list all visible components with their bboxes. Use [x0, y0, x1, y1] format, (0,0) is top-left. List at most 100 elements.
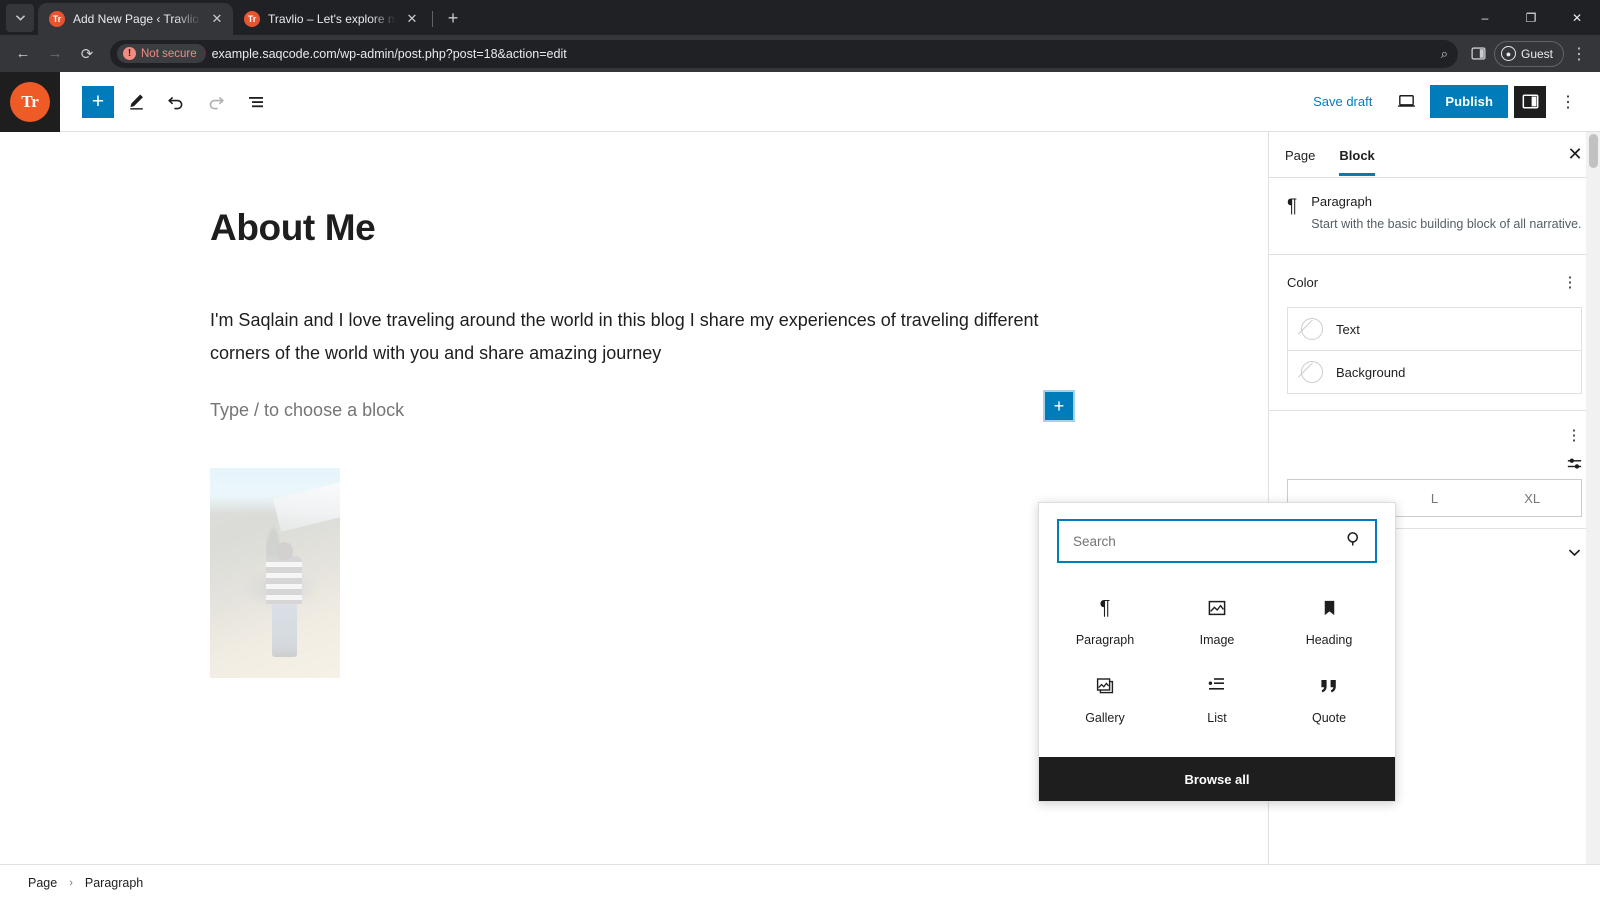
- browser-tab-1[interactable]: Tr Add New Page ‹ Travlio — Wor ✕: [38, 3, 233, 35]
- save-draft-button[interactable]: Save draft: [1303, 88, 1382, 115]
- typography-controls: ⋮: [1562, 423, 1586, 478]
- add-block-button[interactable]: +: [82, 85, 114, 118]
- tab-search-icon[interactable]: [6, 4, 34, 32]
- list-icon: [1207, 675, 1227, 697]
- browser-tab-2[interactable]: Tr Travlio – Let's explore natural vi ✕: [233, 3, 428, 35]
- color-row-text[interactable]: Text: [1288, 308, 1581, 350]
- paragraph-icon: ¶: [1287, 196, 1298, 217]
- page-title[interactable]: About Me: [210, 207, 1268, 249]
- breadcrumb-separator: ›: [69, 876, 73, 889]
- paragraph-icon: ¶: [1099, 596, 1111, 619]
- close-window-icon[interactable]: ✕: [1554, 0, 1600, 35]
- sidebar-toggle-icon[interactable]: [1514, 85, 1546, 118]
- search-icon[interactable]: [1345, 530, 1363, 553]
- empty-block-placeholder[interactable]: Type / to choose a block: [210, 400, 1070, 421]
- undo-icon[interactable]: [158, 84, 194, 120]
- close-icon[interactable]: ✕: [209, 11, 225, 27]
- inserter-item-quote[interactable]: Quote: [1273, 661, 1385, 739]
- inserter-item-heading[interactable]: Heading: [1273, 583, 1385, 661]
- favicon: Tr: [49, 11, 65, 27]
- image-icon: [1207, 597, 1227, 619]
- text-color-swatch[interactable]: [1301, 318, 1323, 340]
- new-tab-button[interactable]: +: [439, 4, 467, 32]
- tab-title: Add New Page ‹ Travlio — Wor: [73, 12, 201, 26]
- inserter-item-label: Quote: [1311, 711, 1347, 725]
- pencil-icon[interactable]: [118, 84, 154, 120]
- url-text: example.saqcode.com/wp-admin/post.php?po…: [211, 46, 567, 61]
- reload-icon[interactable]: ⟳: [72, 39, 102, 69]
- inserter-item-label: Heading: [1305, 633, 1353, 647]
- security-label: Not secure: [141, 47, 197, 60]
- inserter-search-field[interactable]: [1057, 519, 1377, 563]
- image-block[interactable]: [210, 468, 340, 678]
- browser-window: Tr Add New Page ‹ Travlio — Wor ✕ Tr Tra…: [0, 0, 1600, 900]
- inserter-item-label: List: [1207, 711, 1227, 725]
- browser-tabstrip: Tr Add New Page ‹ Travlio — Wor ✕ Tr Tra…: [0, 0, 1600, 35]
- inserter-item-image[interactable]: Image: [1161, 583, 1273, 661]
- inserter-item-label: Gallery: [1085, 711, 1125, 725]
- back-icon[interactable]: ←: [8, 39, 38, 69]
- profile-button[interactable]: ● Guest: [1493, 40, 1564, 67]
- inserter-block-grid: ¶ Paragraph Image Heading Gallery List Q…: [1039, 571, 1395, 757]
- chevron-down-icon[interactable]: [1567, 545, 1582, 563]
- color-row-label: Background: [1336, 364, 1406, 380]
- editor-options-icon[interactable]: ⋮: [1552, 86, 1584, 118]
- list-view-icon[interactable]: [238, 84, 274, 120]
- font-size-option[interactable]: L: [1386, 480, 1484, 516]
- zoom-search-icon[interactable]: ⌕: [1437, 46, 1452, 62]
- color-options-icon[interactable]: ⋮: [1558, 270, 1582, 294]
- side-panel-icon[interactable]: [1466, 41, 1492, 67]
- quote-icon: [1319, 675, 1339, 697]
- search-input[interactable]: [1073, 533, 1345, 549]
- font-size-option[interactable]: XL: [1483, 480, 1581, 516]
- redo-icon[interactable]: [198, 84, 234, 120]
- minimize-icon[interactable]: –: [1462, 0, 1508, 35]
- color-options-list: Text Background: [1287, 307, 1582, 394]
- site-logo[interactable]: Tr: [0, 71, 60, 132]
- editor-header-right-tools: Save draft Publish ⋮: [1303, 84, 1600, 120]
- avatar: ●: [1500, 46, 1516, 61]
- forward-icon[interactable]: →: [40, 39, 70, 69]
- typography-options-icon[interactable]: ⋮: [1562, 423, 1586, 447]
- color-section-title: Color: [1287, 274, 1319, 290]
- desktop-preview-icon[interactable]: [1388, 84, 1424, 120]
- inserter-item-label: Image: [1199, 633, 1235, 647]
- browser-urlbar: ← → ⟳ ! Not secure example.saqcode.com/w…: [0, 35, 1600, 72]
- block-info-card: ¶ Paragraph Start with the basic buildin…: [1269, 178, 1600, 255]
- maximize-icon[interactable]: ❐: [1508, 0, 1554, 35]
- address-bar[interactable]: ! Not secure example.saqcode.com/wp-admi…: [110, 39, 1458, 68]
- not-secure-icon: !: [123, 47, 136, 60]
- color-row-label: Text: [1336, 321, 1360, 337]
- wordpress-editor: Tr + Save draft Publish ⋮ About Me I'm S…: [0, 71, 1600, 900]
- tab-divider: [432, 11, 433, 27]
- inserter-item-list[interactable]: List: [1161, 661, 1273, 739]
- close-icon[interactable]: ✕: [404, 11, 420, 27]
- inserter-item-paragraph[interactable]: ¶ Paragraph: [1049, 583, 1161, 661]
- window-controls: – ❐ ✕: [1462, 0, 1600, 35]
- sidebar-scrollbar[interactable]: [1586, 132, 1600, 900]
- tab-block[interactable]: Block: [1327, 134, 1386, 176]
- person-body-shape: [266, 556, 302, 604]
- breadcrumb-root[interactable]: Page: [28, 876, 57, 890]
- scrollbar-thumb[interactable]: [1589, 134, 1598, 168]
- heading-icon: [1321, 597, 1338, 619]
- inserter-item-gallery[interactable]: Gallery: [1049, 661, 1161, 739]
- color-section: Color ⋮ Text Background: [1269, 255, 1600, 411]
- browse-all-button[interactable]: Browse all: [1039, 757, 1395, 801]
- profile-label: Guest: [1520, 46, 1553, 61]
- background-color-swatch[interactable]: [1301, 361, 1323, 383]
- publish-button[interactable]: Publish: [1430, 85, 1508, 118]
- favicon: Tr: [244, 11, 260, 27]
- inline-add-block-button[interactable]: +: [1043, 390, 1075, 422]
- breadcrumb-current[interactable]: Paragraph: [85, 876, 143, 890]
- tab-page[interactable]: Page: [1273, 134, 1327, 176]
- empty-block-row: Type / to choose a block +: [210, 390, 1075, 422]
- security-badge[interactable]: ! Not secure: [117, 44, 206, 63]
- settings-sliders-icon[interactable]: [1565, 454, 1584, 478]
- color-row-background[interactable]: Background: [1288, 350, 1581, 393]
- editor-header: Tr + Save draft Publish ⋮: [0, 71, 1600, 132]
- browser-menu-icon[interactable]: ⋮: [1566, 41, 1592, 67]
- gallery-icon: [1095, 675, 1116, 697]
- tab-title: Travlio – Let's explore natural vi: [268, 12, 396, 26]
- paragraph-block[interactable]: I'm Saqlain and I love traveling around …: [210, 304, 1070, 370]
